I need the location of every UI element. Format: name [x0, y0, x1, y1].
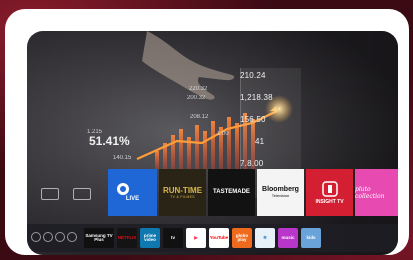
app-globoplay[interactable]: globo play	[232, 228, 252, 248]
dock-system-icons	[31, 232, 77, 242]
app-list: Samsung TV Plus NETFLIX prime video tv ▶…	[84, 228, 321, 248]
channel-sublabel: TV & FILMES	[170, 194, 195, 199]
app-youtube[interactable]: YouTube	[209, 228, 229, 248]
overlay-small: 1.00	[217, 131, 229, 137]
channel-tile-pluto[interactable]: pluto collection	[355, 169, 398, 216]
app-prime-video[interactable]: prime video	[140, 228, 160, 248]
settings-icon[interactable]	[67, 232, 77, 242]
app-apple-tv[interactable]: tv	[163, 228, 183, 248]
channel-label: TASTEMADE	[213, 189, 250, 196]
app-dock: Samsung TV Plus NETFLIX prime video tv ▶…	[27, 224, 398, 252]
channel-tile-live[interactable]: LIVE	[108, 169, 157, 216]
overlay-value: 1,218.38	[240, 93, 273, 102]
input-source-icon[interactable]	[41, 188, 59, 200]
overlay-value: 156.50	[240, 115, 266, 124]
channel-tile-bloomberg[interactable]: Bloomberg Television	[257, 169, 304, 216]
overlay-small: 220.32	[189, 86, 208, 92]
overlay-value: 210.24	[240, 71, 266, 80]
screen-mirror-icon[interactable]	[73, 188, 91, 200]
app-netflix[interactable]: NETFLIX	[117, 228, 137, 248]
tv-frame: 210.24 1,218.38 156.50 41 7.8.00 220.32 …	[5, 9, 409, 255]
channel-label: INSIGHT TV	[315, 198, 344, 205]
channel-label: RUN-TIME	[162, 185, 203, 195]
overlay-small: 208.12	[190, 114, 209, 120]
growth-chart-illustration	[136, 31, 293, 169]
percentage-readout: 51.41%	[89, 134, 130, 148]
tv-screen: 210.24 1,218.38 156.50 41 7.8.00 220.32 …	[27, 31, 398, 255]
channel-label: Bloomberg	[262, 185, 299, 193]
search-icon[interactable]	[43, 232, 53, 242]
channel-label: pluto collection	[355, 185, 385, 200]
channel-label: LIVE	[125, 196, 140, 203]
insight-logo-icon	[321, 180, 338, 197]
channel-tile-insight[interactable]: INSIGHT TV	[306, 169, 353, 216]
app-snow[interactable]: ❄	[255, 228, 275, 248]
user-icon[interactable]	[31, 232, 41, 242]
app-samsung-tv-plus[interactable]: Samsung TV Plus	[84, 228, 114, 248]
app-media-player[interactable]: ▶	[186, 228, 206, 248]
channel-row: LIVE RUN-TIME TV & FILMES TASTEMADE Bloo…	[108, 169, 398, 216]
channel-tile-runtime[interactable]: RUN-TIME TV & FILMES	[159, 169, 206, 216]
app-kids[interactable]: kids	[301, 228, 321, 248]
channel-logo-icon	[116, 183, 129, 196]
overlay-value: 7.8.00	[240, 159, 264, 168]
home-icon[interactable]	[55, 232, 65, 242]
overlay-small: 200.32	[187, 95, 206, 101]
app-music[interactable]: music	[278, 228, 298, 248]
overlay-small: 140.15	[113, 155, 132, 161]
channel-sublabel: Television	[271, 193, 290, 199]
channel-tile-tastemade[interactable]: TASTEMADE	[208, 169, 255, 216]
overlay-value: 41	[255, 137, 265, 146]
